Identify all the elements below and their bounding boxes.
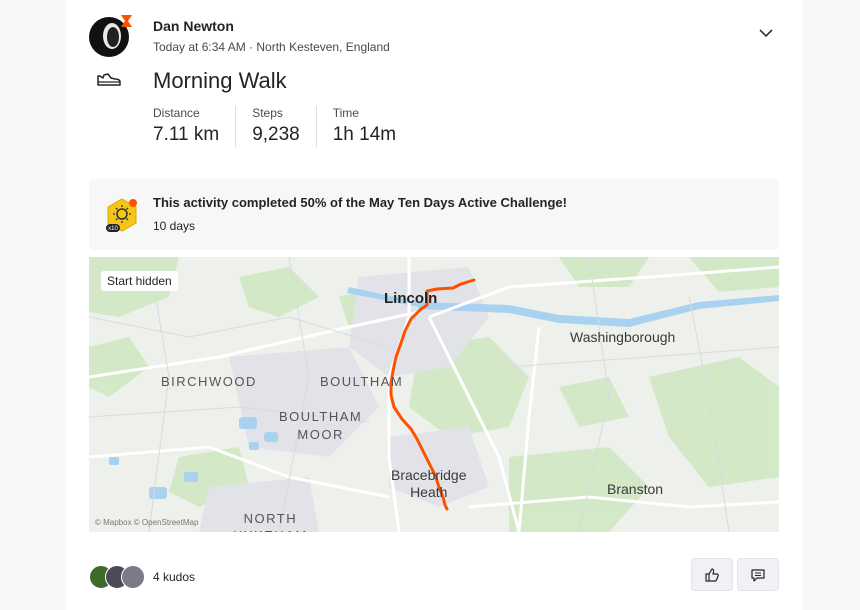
- challenge-banner[interactable]: x10 This activity completed 50% of the M…: [89, 179, 779, 250]
- stat-value: 9,238: [252, 124, 300, 145]
- map-label-washingborough: Washingborough: [570, 329, 676, 345]
- kudos-avatars[interactable]: [89, 565, 149, 589]
- stat-label: Time: [332, 106, 359, 120]
- comment-icon: [751, 568, 765, 582]
- thumbs-up-icon: [705, 567, 719, 582]
- stat-label: Steps: [252, 106, 283, 120]
- stat-value: 7.11 km: [153, 124, 220, 145]
- activity-title[interactable]: Morning Walk: [153, 68, 287, 94]
- stat-time: Time 1h 14m: [333, 106, 412, 148]
- stat-steps: Steps 9,238: [252, 106, 317, 148]
- route-map[interactable]: Start hidden Lincoln Washingborough BIRC…: [89, 257, 779, 532]
- comment-button[interactable]: [737, 558, 779, 591]
- athlete-avatar[interactable]: [89, 15, 132, 58]
- stat-label: Distance: [153, 106, 200, 120]
- start-hidden-label: Start hidden: [101, 271, 178, 291]
- give-kudos-button[interactable]: [691, 558, 733, 591]
- challenge-badge-icon: x10: [106, 198, 137, 232]
- activity-meta: Today at 6:34 AM · North Kesteven, Engla…: [153, 40, 390, 54]
- map-label-branston: Branston: [607, 481, 664, 497]
- athlete-name[interactable]: Dan Newton: [153, 18, 234, 34]
- map-label-boultham-moor: BOULTHAM MOOR: [279, 409, 363, 442]
- avatar: [121, 565, 145, 589]
- map-label-lincoln: Lincoln: [384, 290, 438, 307]
- map-attribution[interactable]: © Mapbox © OpenStreetMap: [95, 518, 198, 527]
- challenge-text: This activity completed 50% of the May T…: [153, 195, 567, 210]
- activity-stats: Distance 7.11 km Steps 9,238 Time 1h 14m: [153, 106, 428, 148]
- kudos-count[interactable]: 4 kudos: [153, 570, 195, 584]
- challenge-badge-text: x10: [108, 226, 118, 232]
- chevron-down-icon[interactable]: [757, 24, 775, 42]
- map-label-north-hykeham: NORTH HYKEHAM: [233, 511, 306, 532]
- shoe-icon: [97, 73, 121, 86]
- stat-distance: Distance 7.11 km: [153, 106, 237, 148]
- activity-card: Dan Newton Today at 6:34 AM · North Kest…: [66, 0, 803, 610]
- map-label-bracebridge-heath: Bracebridge Heath: [391, 467, 467, 500]
- map-label-birchwood: BIRCHWOOD: [161, 374, 257, 389]
- subscriber-badge-icon: [121, 15, 132, 27]
- challenge-subtext: 10 days: [153, 219, 196, 233]
- stat-value: 1h 14m: [332, 124, 397, 145]
- map-label-boultham: BOULTHAM: [320, 374, 404, 389]
